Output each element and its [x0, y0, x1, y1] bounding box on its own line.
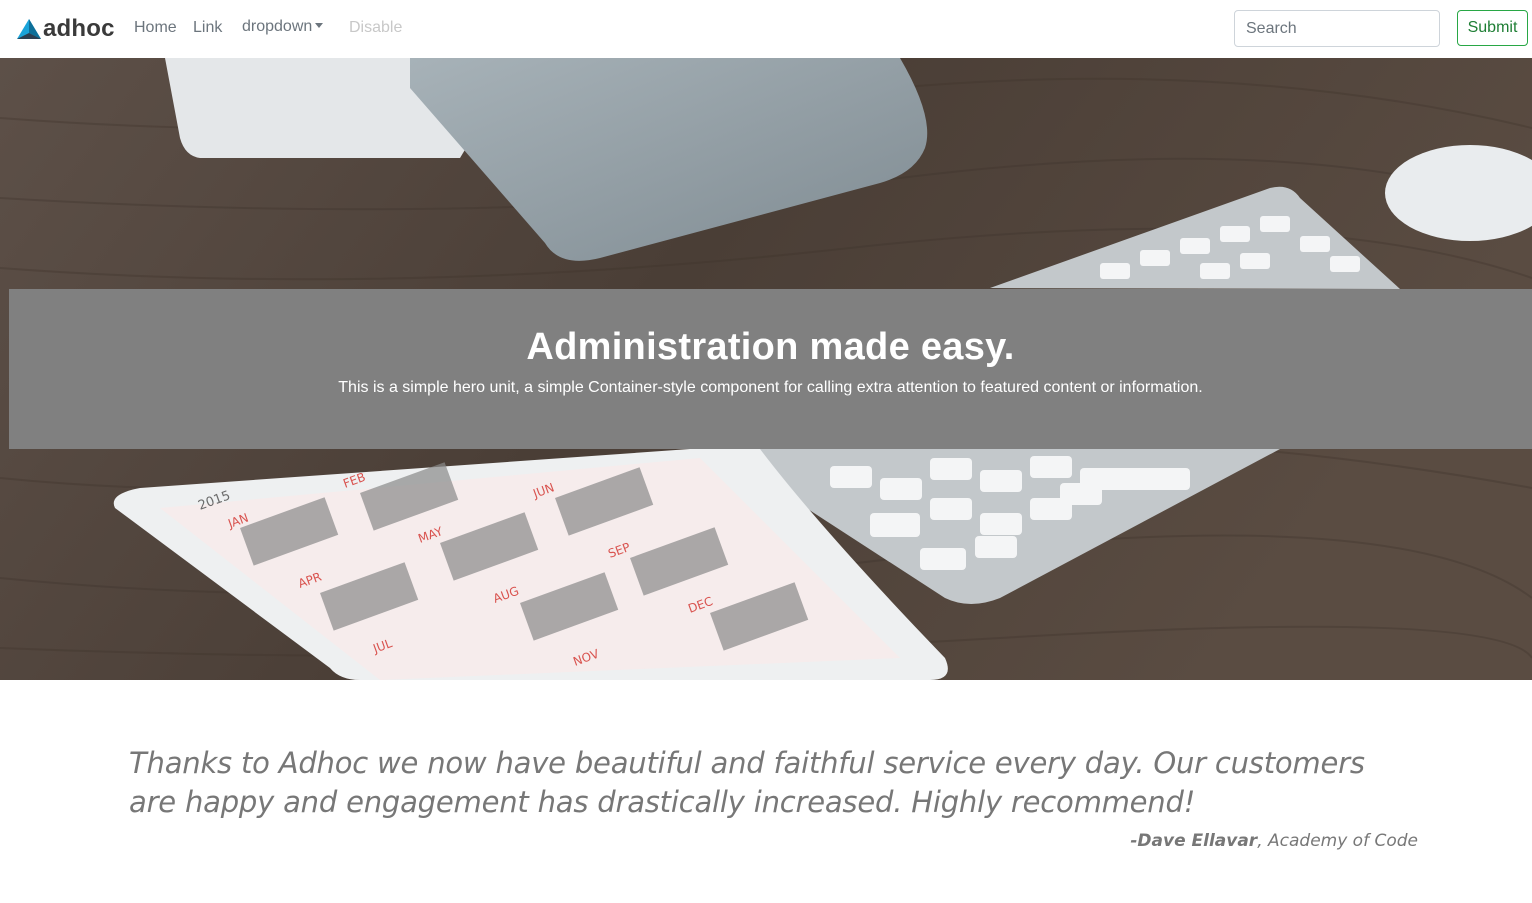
top-navbar: adhoc Home Link dropdown Disable Submit: [0, 0, 1532, 58]
testimonial-author: -Dave Ellavar: [1130, 831, 1258, 851]
brand-link[interactable]: adhoc: [16, 14, 115, 44]
nav-link-disabled: Disable: [349, 19, 403, 36]
caret-down-icon: [315, 23, 324, 28]
brand-name: adhoc: [43, 15, 115, 42]
hero-section: JAN FEB MAY APR AUG SEP DEC JUL NOV JUN …: [0, 58, 1532, 680]
testimonial-organization: Academy of Code: [1268, 831, 1418, 851]
nav-link-home[interactable]: Home: [134, 18, 177, 38]
triangle-logo-icon: [17, 19, 41, 39]
citation-separator: ,: [1257, 831, 1269, 851]
testimonial-quote: Thanks to Adhoc we now have beautiful an…: [129, 746, 1365, 819]
hero-subtitle: This is a simple hero unit, a simple Con…: [338, 379, 1203, 396]
hero-title: Administration made easy.: [526, 326, 1015, 368]
nav-dropdown-toggle[interactable]: dropdown: [242, 17, 324, 37]
nav-dropdown-label: dropdown: [242, 18, 313, 35]
hero-banner: Administration made easy. This is a simp…: [9, 289, 1532, 449]
nav-link-link[interactable]: Link: [193, 18, 222, 38]
search-input[interactable]: [1234, 10, 1440, 47]
submit-button[interactable]: Submit: [1457, 10, 1528, 46]
testimonial-citation: -Dave Ellavar, Academy of Code: [900, 831, 1418, 851]
